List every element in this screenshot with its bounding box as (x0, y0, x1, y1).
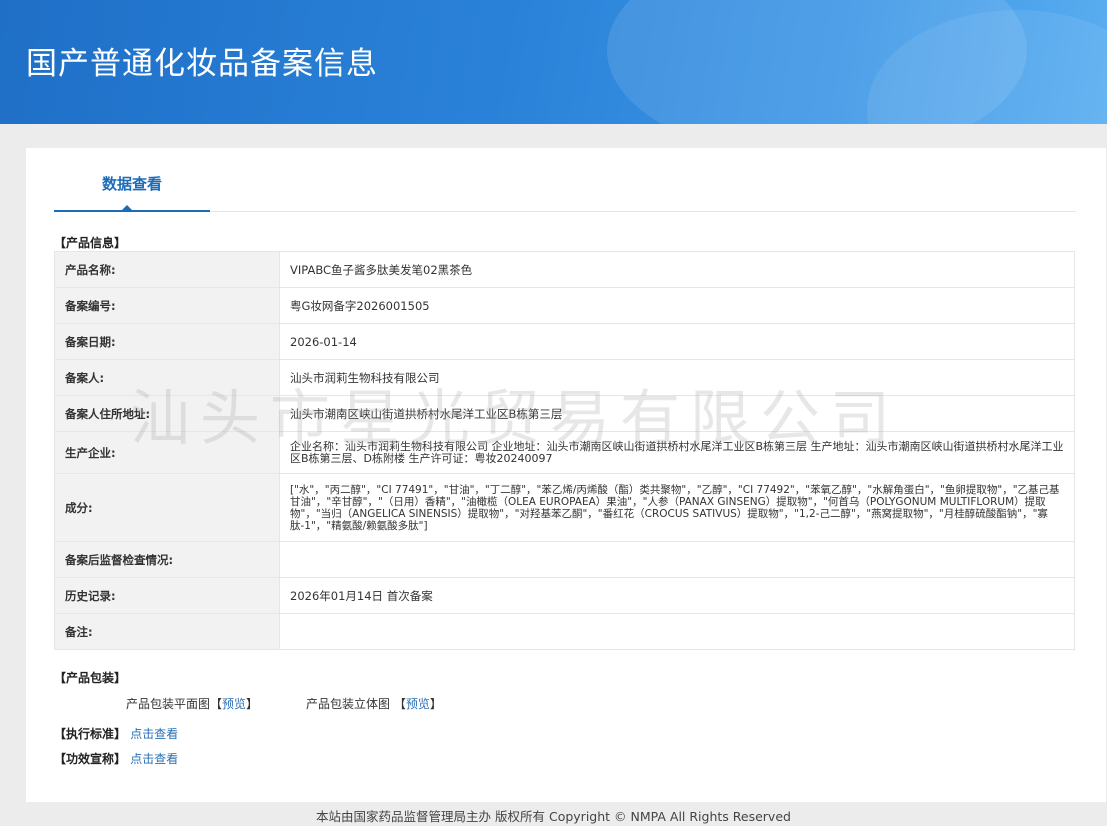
table-row: 备注: (54, 613, 1075, 650)
tab-label: 数据查看 (101, 175, 162, 193)
header-banner: 国产普通化妆品备案信息 (0, 0, 1107, 124)
tab-active-caret-icon (121, 205, 133, 211)
packaging-title: 【产品包装】 (54, 671, 127, 685)
table-row: 备案日期: 2026-01-14 (54, 323, 1075, 360)
package-flat-label: 产品包装平面图 (126, 697, 211, 711)
claims-view-link[interactable]: 点击查看 (130, 752, 178, 766)
package-flat-item: 产品包装平面图【预览】 (126, 695, 258, 712)
package-3d-label: 产品包装立体图 (306, 697, 391, 711)
row-value: 2026年01月14日 首次备案 (279, 577, 1075, 614)
claims-label: 【功效宣称】 (54, 752, 127, 766)
row-key: 备案后监督检查情况: (54, 541, 280, 578)
bracket: 】 (429, 697, 442, 711)
row-value: 粤G妆网备字2026001505 (279, 287, 1075, 324)
footer-copyright: 本站由国家药品监督管理局主办 版权所有 Copyright © NMPA All… (316, 809, 791, 824)
tab-data-view[interactable]: 数据查看 (54, 148, 210, 212)
bracket: 【 (393, 697, 406, 711)
tab-bar: 数据查看 (54, 148, 1076, 212)
bracket: 【 (210, 697, 223, 711)
table-row: 产品名称: VIPABC鱼子酱多肽美发笔02黑茶色 (54, 251, 1075, 288)
table-row: 备案后监督检查情况: (54, 541, 1075, 578)
package-3d-item: 产品包装立体图 【预览】 (306, 695, 442, 712)
row-value: 2026-01-14 (279, 323, 1075, 360)
row-key: 备案编号: (54, 287, 280, 324)
table-row: 备案编号: 粤G妆网备字2026001505 (54, 287, 1075, 324)
row-value: VIPABC鱼子酱多肽美发笔02黑茶色 (279, 251, 1075, 288)
claims-item: 【功效宣称】 点击查看 (54, 750, 178, 767)
row-key: 成分: (54, 473, 280, 542)
row-key: 备案日期: (54, 323, 280, 360)
table-row: 成分: ["水"，"丙二醇"，"CI 77491"，"甘油"，"丁二醇"，"苯乙… (54, 473, 1075, 542)
row-key: 备注: (54, 613, 280, 650)
page-title: 国产普通化妆品备案信息 (26, 46, 378, 82)
row-value (279, 613, 1075, 650)
standard-item: 【执行标准】 点击查看 (54, 725, 178, 742)
bracket: 】 (246, 697, 259, 711)
watermark-text: 汕头市星光贸易有限公司 (130, 384, 900, 454)
package-3d-preview-link[interactable]: 预览 (406, 697, 430, 711)
row-key: 产品名称: (54, 251, 280, 288)
standard-view-link[interactable]: 点击查看 (130, 727, 178, 741)
content-panel: 数据查看 【产品信息】 产品名称: VIPABC鱼子酱多肽美发笔02黑茶色 备案… (26, 148, 1106, 802)
product-info-title: 【产品信息】 (54, 236, 127, 250)
standard-label: 【执行标准】 (54, 727, 127, 741)
package-flat-preview-link[interactable]: 预览 (222, 697, 246, 711)
row-value (279, 541, 1075, 578)
row-value: ["水"，"丙二醇"，"CI 77491"，"甘油"，"丁二醇"，"苯乙烯/丙烯… (279, 473, 1075, 542)
row-key: 历史记录: (54, 577, 280, 614)
table-row: 历史记录: 2026年01月14日 首次备案 (54, 577, 1075, 614)
